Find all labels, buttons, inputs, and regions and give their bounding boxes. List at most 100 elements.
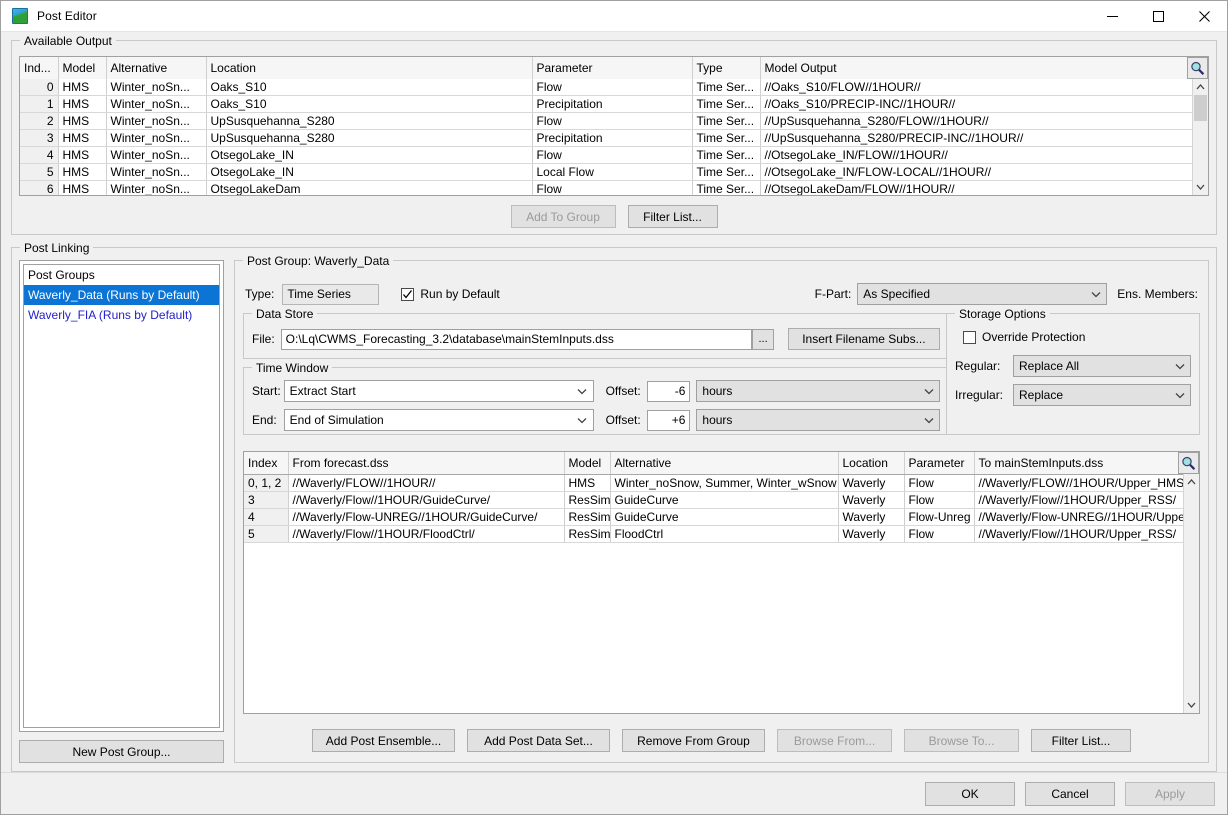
chevron-down-icon <box>1171 392 1188 399</box>
add-post-ensemble-button[interactable]: Add Post Ensemble... <box>312 729 455 752</box>
remove-from-group-button[interactable]: Remove From Group <box>622 729 765 752</box>
row-location: OtsegoLakeDam <box>206 180 533 195</box>
start-label: Start: <box>252 384 281 398</box>
scroll-up-icon[interactable] <box>1184 474 1199 490</box>
table-row[interactable]: 3 HMS Winter_noSn... UpSusquehanna_S280 Prec… <box>20 129 1199 147</box>
browse-from-button[interactable]: Browse From... <box>777 729 892 752</box>
ok-button[interactable]: OK <box>925 781 1015 806</box>
row-location: Waverly <box>838 525 905 543</box>
new-post-group-button[interactable]: New Post Group... <box>19 740 224 763</box>
row-location: Waverly <box>838 508 905 526</box>
add-to-group-button[interactable]: Add To Group <box>510 205 616 228</box>
col-type[interactable]: Type <box>692 57 761 79</box>
table-row[interactable]: 0 HMS Winter_noSn... Oaks_S10 Flow Time Ser..… <box>20 78 1199 96</box>
close-icon[interactable] <box>1181 1 1227 32</box>
start-select[interactable]: Extract Start <box>283 380 594 402</box>
table-row[interactable]: 4 HMS Winter_noSn... OtsegoLake_IN Flow Time … <box>20 146 1199 164</box>
override-protection-checkbox[interactable]: Override Protection <box>963 330 1085 344</box>
row-type: Time Ser... <box>692 129 761 147</box>
row-index: 0, 1, 2 <box>244 474 289 492</box>
row-to-mainsteminputs: //Waverly/FLOW//1HOUR/Upper_HMS/ <box>974 474 1199 492</box>
checkbox-box <box>963 330 976 344</box>
col-index[interactable]: Index <box>244 452 289 475</box>
scroll-down-icon[interactable] <box>1184 697 1199 713</box>
row-model-output: //OtsegoLakeDam/FLOW//1HOUR// <box>760 180 1199 195</box>
row-parameter: Precipitation <box>532 95 693 113</box>
irregular-select[interactable]: Replace <box>1013 384 1191 406</box>
col-location[interactable]: Location <box>206 57 533 79</box>
minimize-icon[interactable] <box>1089 1 1135 32</box>
table-row[interactable]: 2 HMS Winter_noSn... UpSusquehanna_S280 Flow… <box>20 112 1199 130</box>
start-offset-input[interactable]: -6 <box>646 380 691 402</box>
row-to-mainsteminputs: //Waverly/Flow-UNREG//1HOUR/Upper_RSS/ <box>974 508 1199 526</box>
post-groups-list[interactable]: Post Groups Waverly_Data (Runs by Defaul… <box>23 264 220 728</box>
post-groups-header: Post Groups <box>28 268 95 282</box>
table-row[interactable]: 5 HMS Winter_noSn... OtsegoLake_IN Local Flo… <box>20 163 1199 181</box>
row-location: Oaks_S10 <box>206 78 533 96</box>
col-location[interactable]: Location <box>838 452 905 475</box>
post-linking-panel: Post Linking Post Groups Waverly_Data (R… <box>11 241 1217 772</box>
search-icon[interactable] <box>1187 57 1208 79</box>
filter-list-button-top[interactable]: Filter List... <box>627 205 718 228</box>
row-alternative: FloodCtrl <box>610 525 839 543</box>
end-offset-units-select[interactable]: hours <box>696 409 940 431</box>
type-label: Type: <box>245 287 275 301</box>
add-post-data-set-button[interactable]: Add Post Data Set... <box>467 729 610 752</box>
table-row[interactable]: 4//Waverly/Flow-UNREG//1HOUR/GuideCurve/… <box>244 508 1199 526</box>
row-location: UpSusquehanna_S280 <box>206 112 533 130</box>
browse-file-button[interactable]: ... <box>752 328 774 350</box>
scroll-down-icon[interactable] <box>1193 179 1208 195</box>
post-link-table-body[interactable]: 0, 1, 2//Waverly/FLOW//1HOUR//HMS Winter_… <box>244 474 1199 714</box>
file-path-input[interactable]: O:\Lq\CWMS_Forecasting_3.2\database\main… <box>280 328 753 350</box>
fpart-select[interactable]: As Specified <box>857 283 1108 305</box>
row-model-output: //OtsegoLake_IN/FLOW//1HOUR// <box>760 146 1199 164</box>
row-location: Waverly <box>838 491 905 509</box>
end-select[interactable]: End of Simulation <box>283 409 594 431</box>
col-parameter[interactable]: Parameter <box>904 452 975 475</box>
col-model[interactable]: Model <box>58 57 107 79</box>
cancel-button[interactable]: Cancel <box>1025 781 1115 806</box>
start-offset-units-select[interactable]: hours <box>696 380 940 402</box>
regular-value: Replace All <box>1019 359 1080 373</box>
table-row[interactable]: 6 HMS Winter_noSn... OtsegoLakeDam Flow Time … <box>20 180 1199 195</box>
available-output-body[interactable]: 0 HMS Winter_noSn... Oaks_S10 Flow Time Ser..… <box>20 78 1208 195</box>
maximize-icon[interactable] <box>1135 1 1181 32</box>
row-alternative: Winter_noSn... <box>106 146 207 164</box>
row-parameter: Flow <box>532 112 693 130</box>
col-model[interactable]: Model <box>564 452 611 475</box>
run-by-default-checkbox[interactable]: Run by Default <box>401 287 500 301</box>
post-link-scrollbar[interactable] <box>1183 474 1199 713</box>
post-group-item-waverly-fia[interactable]: Waverly_FIA (Runs by Default) <box>24 305 219 325</box>
col-to-mainsteminputs[interactable]: To mainStemInputs.dss <box>974 452 1199 475</box>
row-to-mainsteminputs: //Waverly/Flow//1HOUR/Upper_RSS/ <box>974 525 1199 543</box>
col-from-forecast[interactable]: From forecast.dss <box>288 452 565 475</box>
browse-to-button[interactable]: Browse To... <box>904 729 1019 752</box>
row-model-output: //OtsegoLake_IN/FLOW-LOCAL//1HOUR// <box>760 163 1199 181</box>
col-alternative[interactable]: Alternative <box>106 57 207 79</box>
col-parameter[interactable]: Parameter <box>532 57 693 79</box>
table-row[interactable]: 0, 1, 2//Waverly/FLOW//1HOUR//HMS Winter_… <box>244 474 1199 492</box>
scroll-up-icon[interactable] <box>1193 79 1208 95</box>
table-row[interactable]: 1 HMS Winter_noSn... Oaks_S10 Precipitation T… <box>20 95 1199 113</box>
filter-list-button-bottom[interactable]: Filter List... <box>1031 729 1131 752</box>
search-icon[interactable] <box>1178 452 1199 474</box>
available-output-scrollbar[interactable] <box>1192 79 1208 195</box>
table-row[interactable]: 5//Waverly/Flow//1HOUR/FloodCtrl/ResSim F… <box>244 525 1199 543</box>
apply-button[interactable]: Apply <box>1125 781 1215 806</box>
row-index: 1 <box>20 95 59 113</box>
col-index[interactable]: Ind... <box>20 57 59 79</box>
row-model: ResSim <box>564 525 611 543</box>
scroll-track[interactable] <box>1184 490 1199 697</box>
insert-filename-subs-button[interactable]: Insert Filename Subs... <box>787 328 940 350</box>
regular-select[interactable]: Replace All <box>1013 355 1191 377</box>
data-store-group: Data Store File: O:\Lq\CWMS_Forecasting_… <box>243 307 949 359</box>
row-location: Waverly <box>838 474 905 492</box>
row-index: 4 <box>20 146 59 164</box>
col-alternative[interactable]: Alternative <box>610 452 839 475</box>
scroll-thumb[interactable] <box>1194 95 1207 121</box>
table-row[interactable]: 3//Waverly/Flow//1HOUR/GuideCurve/ResSim… <box>244 491 1199 509</box>
end-offset-input[interactable]: +6 <box>646 409 691 431</box>
scroll-track[interactable] <box>1193 95 1208 179</box>
col-model-output[interactable]: Model Output <box>760 57 1199 79</box>
post-group-item-waverly-data[interactable]: Waverly_Data (Runs by Default) <box>24 285 219 305</box>
